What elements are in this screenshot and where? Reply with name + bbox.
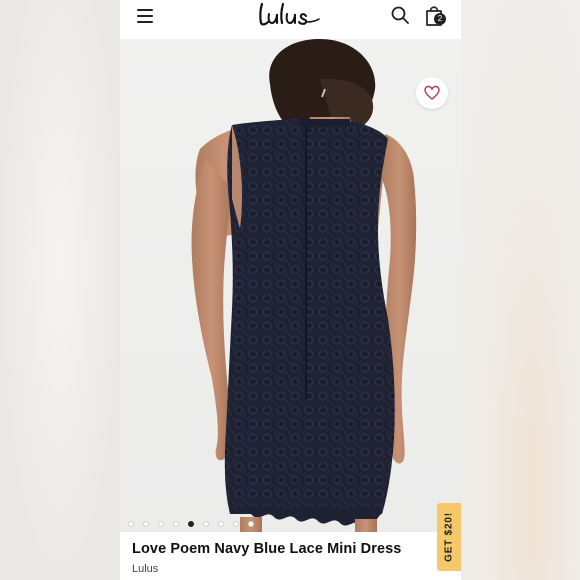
heart-icon xyxy=(424,85,440,100)
gallery-dot[interactable] xyxy=(233,521,239,527)
product-photo xyxy=(191,39,417,532)
top-navigation-bar: 2 xyxy=(120,0,461,38)
gallery-dot[interactable] xyxy=(218,521,224,527)
product-image-gallery[interactable] xyxy=(120,39,461,532)
cart-count-badge: 2 xyxy=(434,13,446,25)
gallery-dot[interactable] xyxy=(248,521,254,527)
gallery-dot-active[interactable] xyxy=(188,521,194,527)
gallery-dot[interactable] xyxy=(158,521,164,527)
gallery-dot[interactable] xyxy=(128,521,134,527)
search-icon[interactable] xyxy=(390,5,410,25)
product-title: Love Poem Navy Blue Lace Mini Dress xyxy=(132,541,402,557)
favorite-button[interactable] xyxy=(416,77,448,109)
promo-tab-button[interactable]: GET $20! xyxy=(437,503,461,571)
product-brand[interactable]: Lulus xyxy=(132,563,158,575)
promo-label: GET $20! xyxy=(443,512,455,562)
mobile-page: 2 Love Poem Navy Blue Lace Mini Dress Lu… xyxy=(120,0,461,580)
menu-icon[interactable] xyxy=(137,9,153,23)
site-logo[interactable] xyxy=(256,0,324,30)
background-blur-left xyxy=(0,0,120,580)
gallery-dot[interactable] xyxy=(143,521,149,527)
gallery-dot[interactable] xyxy=(203,521,209,527)
background-blur-right xyxy=(460,0,580,580)
lulus-logo-wordmark xyxy=(259,2,320,26)
gallery-dot[interactable] xyxy=(173,521,179,527)
